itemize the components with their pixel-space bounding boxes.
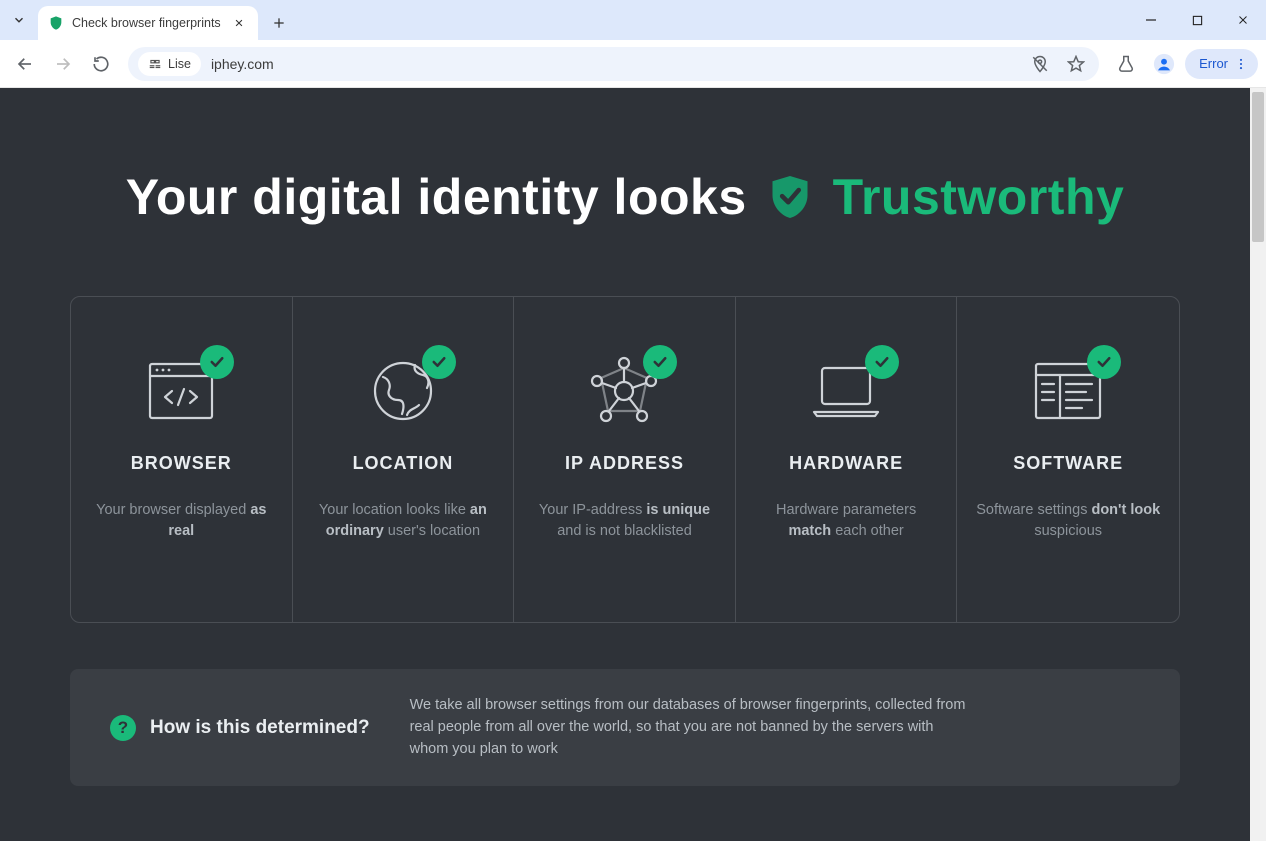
info-answer: We take all browser settings from our da… bbox=[410, 695, 970, 760]
close-window-button[interactable] bbox=[1220, 0, 1266, 40]
question-icon: ? bbox=[110, 715, 136, 741]
card-title: LOCATION bbox=[353, 453, 454, 474]
card-text: Software settings don't look suspicious bbox=[975, 500, 1161, 542]
profile-chip-label: Lise bbox=[168, 57, 191, 71]
shield-icon bbox=[48, 15, 64, 31]
card-title: HARDWARE bbox=[789, 453, 903, 474]
card-title: BROWSER bbox=[131, 453, 232, 474]
reload-button[interactable] bbox=[84, 47, 118, 81]
card-browser[interactable]: BROWSER Your browser displayed as real bbox=[71, 297, 293, 622]
check-icon bbox=[865, 345, 899, 379]
check-icon bbox=[200, 345, 234, 379]
card-location[interactable]: LOCATION Your location looks like an ord… bbox=[293, 297, 515, 622]
hero: Your digital identity looks Trustworthy bbox=[70, 88, 1180, 296]
hero-status: Trustworthy bbox=[833, 168, 1125, 226]
vertical-scrollbar[interactable] bbox=[1250, 88, 1266, 841]
back-button[interactable] bbox=[8, 47, 42, 81]
close-icon[interactable] bbox=[230, 14, 248, 32]
hero-prefix: Your digital identity looks bbox=[126, 168, 747, 226]
card-hardware[interactable]: HARDWARE Hardware parameters match each … bbox=[736, 297, 958, 622]
check-icon bbox=[643, 345, 677, 379]
forward-button[interactable] bbox=[46, 47, 80, 81]
card-text: Your browser displayed as real bbox=[89, 500, 274, 542]
error-pill[interactable]: Error bbox=[1185, 49, 1258, 79]
tab-search-button[interactable] bbox=[0, 0, 38, 40]
address-bar[interactable]: Lise iphey.com bbox=[128, 47, 1099, 81]
card-text: Your location looks like an ordinary use… bbox=[311, 500, 496, 542]
titlebar: Check browser fingerprints bbox=[0, 0, 1266, 40]
card-text: Hardware parameters match each other bbox=[754, 500, 939, 542]
card-text: Your IP-address is unique and is not bla… bbox=[532, 500, 717, 542]
tabstrip: Check browser fingerprints bbox=[38, 0, 294, 40]
check-icon bbox=[1087, 345, 1121, 379]
viewport: Your digital identity looks Trustworthy bbox=[0, 88, 1266, 841]
minimize-button[interactable] bbox=[1128, 0, 1174, 40]
url-text: iphey.com bbox=[211, 56, 274, 72]
location-off-icon[interactable] bbox=[1027, 51, 1053, 77]
check-icon bbox=[422, 345, 456, 379]
card-title: SOFTWARE bbox=[1013, 453, 1123, 474]
maximize-button[interactable] bbox=[1174, 0, 1220, 40]
card-ip[interactable]: IP ADDRESS Your IP-address is unique and… bbox=[514, 297, 736, 622]
window-controls bbox=[1128, 0, 1266, 40]
info-question: How is this determined? bbox=[150, 717, 370, 739]
labs-icon[interactable] bbox=[1109, 47, 1143, 81]
browser-tab[interactable]: Check browser fingerprints bbox=[38, 6, 258, 40]
account-icon[interactable] bbox=[1147, 47, 1181, 81]
error-label: Error bbox=[1199, 56, 1228, 71]
info-bar: ? How is this determined? We take all br… bbox=[70, 669, 1180, 786]
tab-title: Check browser fingerprints bbox=[72, 16, 222, 30]
shield-check-icon bbox=[769, 174, 811, 220]
cards-grid: BROWSER Your browser displayed as real bbox=[70, 296, 1180, 623]
toolbar: Lise iphey.com Error bbox=[0, 40, 1266, 88]
page-content: Your digital identity looks Trustworthy bbox=[0, 88, 1250, 841]
bookmark-icon[interactable] bbox=[1063, 51, 1089, 77]
card-title: IP ADDRESS bbox=[565, 453, 684, 474]
card-software[interactable]: SOFTWARE Software settings don't look su… bbox=[957, 297, 1179, 622]
scroll-thumb[interactable] bbox=[1252, 92, 1264, 242]
new-tab-button[interactable] bbox=[264, 8, 294, 38]
profile-chip[interactable]: Lise bbox=[138, 52, 201, 76]
